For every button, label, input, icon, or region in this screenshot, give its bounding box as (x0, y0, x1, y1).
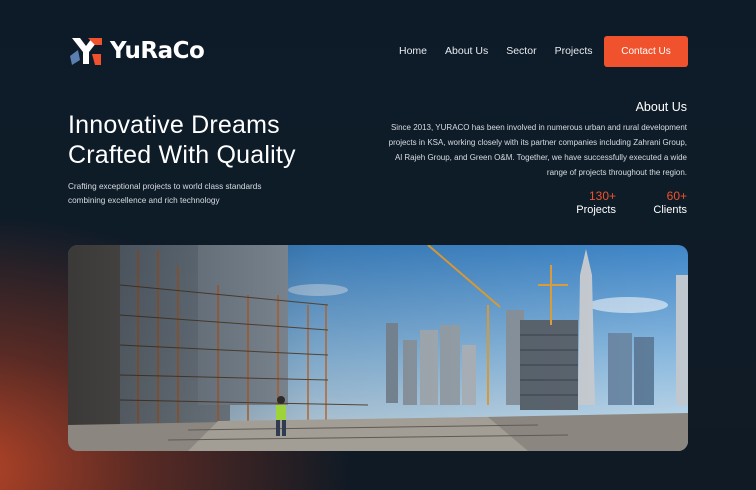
brand-name: YuRaCo (110, 38, 205, 64)
nav-projects[interactable]: Projects (555, 45, 593, 57)
stat-projects-label: Projects (576, 204, 616, 216)
nav-home[interactable]: Home (399, 45, 427, 57)
hero-title-line-1: Innovative Dreams (68, 111, 280, 139)
main-nav: Home About Us Sector Projects (399, 45, 593, 57)
stat-projects-value: 130+ (588, 189, 616, 203)
stat-clients-label: Clients (653, 204, 687, 216)
yuraco-logo-icon (70, 38, 102, 65)
stat-clients-value: 60+ (666, 189, 687, 203)
hero-subtitle: Crafting exceptional projects to world c… (68, 182, 262, 205)
nav-about-us[interactable]: About Us (445, 45, 488, 57)
about-heading: About Us (635, 100, 687, 114)
construction-site-image (68, 245, 688, 451)
stat-clients: 60+ Clients (653, 189, 687, 217)
about-description: Since 2013, YURACO has been involved in … (388, 123, 687, 177)
contact-us-button[interactable]: Contact Us (604, 36, 688, 67)
stat-projects: 130+ Projects (576, 189, 616, 217)
hero-title: Innovative Dreams Crafted With Quality (68, 110, 296, 170)
hero-title-line-2: Crafted With Quality (68, 141, 296, 169)
brand-logo[interactable]: YuRaCo (68, 34, 205, 68)
nav-sector[interactable]: Sector (506, 45, 536, 57)
construction-scene-illustration (68, 245, 688, 451)
